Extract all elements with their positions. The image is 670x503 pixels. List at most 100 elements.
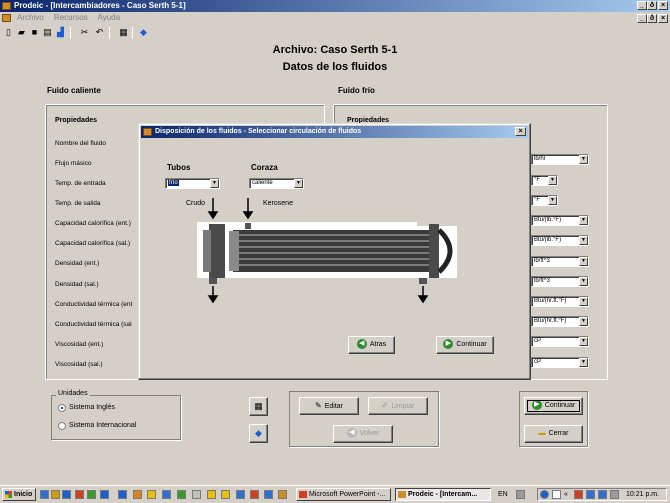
volver-button[interactable]: ◀ Volver xyxy=(333,425,393,443)
chevron-down-icon[interactable]: ▼ xyxy=(294,179,303,188)
unit-select-visc-in[interactable]: cP ▼ xyxy=(531,336,589,347)
print-icon[interactable]: ▤ xyxy=(42,27,53,38)
app-icon[interactable] xyxy=(207,490,216,499)
chevron-down-icon[interactable]: ▼ xyxy=(579,216,588,225)
doc-minimize-button[interactable]: _ xyxy=(637,14,647,23)
calculator-icon[interactable]: ▦ xyxy=(118,27,129,38)
pdf-icon[interactable] xyxy=(250,490,259,499)
app-icon[interactable] xyxy=(192,490,201,499)
chevron-down-icon[interactable]: ▼ xyxy=(548,176,557,185)
word-icon[interactable] xyxy=(118,490,127,499)
calculator-button[interactable]: ▦ xyxy=(249,397,268,416)
unit-value: °F xyxy=(534,197,541,203)
browser-icon[interactable] xyxy=(236,490,245,499)
word-icon[interactable] xyxy=(100,490,109,499)
eraser-button[interactable]: ◆ xyxy=(249,424,268,443)
chevron-down-icon[interactable]: ▼ xyxy=(579,277,588,286)
tubos-select[interactable]: frío ▼ xyxy=(165,178,220,189)
keyboard-icon[interactable] xyxy=(516,490,525,499)
chevron-left-icon[interactable]: « xyxy=(564,489,568,500)
minimize-button[interactable]: _ xyxy=(637,1,647,10)
dialog-continuar-button[interactable]: ▶ Continuar xyxy=(436,336,494,354)
app-icon[interactable] xyxy=(221,490,230,499)
cerrar-button[interactable]: ▬ Cerrar xyxy=(524,425,583,443)
chevron-down-icon[interactable]: ▼ xyxy=(579,337,588,346)
atras-button[interactable]: ◀ Atras xyxy=(348,336,395,354)
unit-value: cP xyxy=(534,338,542,344)
chart-icon[interactable]: ▟ xyxy=(55,27,66,38)
network-icon[interactable] xyxy=(598,490,607,499)
chevron-down-icon[interactable]: ▼ xyxy=(579,257,588,266)
folder-icon[interactable] xyxy=(147,490,156,499)
speaker-icon[interactable] xyxy=(610,490,619,499)
menu-recursos[interactable]: Recursos xyxy=(54,13,88,22)
start-button[interactable]: Inicio xyxy=(2,488,36,501)
app-icon[interactable] xyxy=(264,490,273,499)
chevron-down-icon[interactable]: ▼ xyxy=(579,236,588,245)
doc-close-button[interactable]: × xyxy=(658,14,668,23)
prodeic-icon[interactable] xyxy=(278,490,287,499)
restore-button[interactable]: ð xyxy=(647,1,657,10)
chevron-down-icon[interactable]: ▼ xyxy=(579,317,588,326)
network-icon[interactable] xyxy=(586,490,595,499)
doc-restore-button[interactable]: ð xyxy=(647,14,657,23)
unit-select-temp-out[interactable]: °F ▼ xyxy=(531,195,558,206)
browser-icon[interactable] xyxy=(62,490,71,499)
chevron-down-icon[interactable]: ▼ xyxy=(579,155,588,164)
prop-label: Nombre del fluido xyxy=(55,140,106,147)
window-title-bar[interactable]: Prodeic - [Intercambiadores - Caso Serth… xyxy=(0,0,670,12)
language-indicator[interactable]: EN xyxy=(498,491,508,498)
unit-select-k-in[interactable]: Btu/(hr.ft.°F) ▼ xyxy=(531,296,589,307)
unit-select-cp-in[interactable]: Btu/(lb.°F) ▼ xyxy=(531,215,589,226)
dialog-close-button[interactable]: × xyxy=(515,127,526,136)
app-icon[interactable] xyxy=(177,490,186,499)
menu-ayuda[interactable]: Ayuda xyxy=(98,13,121,22)
save-icon[interactable]: ■ xyxy=(29,27,40,38)
unit-select-flow[interactable]: lb/hr ▼ xyxy=(531,154,589,165)
limpiar-button[interactable]: ✐ Limpiar xyxy=(368,397,428,415)
open-folder-icon[interactable]: ▰ xyxy=(16,27,27,38)
help-icon[interactable] xyxy=(540,490,549,499)
new-file-icon[interactable]: ▯ xyxy=(3,27,14,38)
radio-label-internacional[interactable]: Sistema Internacional xyxy=(69,422,136,429)
unit-select-visc-out[interactable]: cP ▼ xyxy=(531,357,589,368)
continuar-label: Continuar xyxy=(544,402,576,409)
coraza-select[interactable]: caliente ▼ xyxy=(249,178,304,189)
folder-icon[interactable] xyxy=(51,490,60,499)
info-icon[interactable] xyxy=(552,490,561,499)
menu-archivo[interactable]: Archivo xyxy=(17,13,44,22)
radio-label-ingles[interactable]: Sistema Inglés xyxy=(69,404,115,411)
unit-select-density-in[interactable]: lb/ft^3 ▼ xyxy=(531,256,589,267)
radio-sistema-internacional[interactable] xyxy=(58,422,66,430)
chevron-down-icon[interactable]: ▼ xyxy=(579,358,588,367)
chevron-down-icon[interactable]: ▼ xyxy=(210,179,219,188)
close-button[interactable]: × xyxy=(658,1,668,10)
media-icon[interactable] xyxy=(162,490,171,499)
excel-icon[interactable] xyxy=(87,490,96,499)
unit-select-temp-in[interactable]: °F ▼ xyxy=(531,175,558,186)
taskbar-item-prodeic[interactable]: Prodeic - [Intercam... xyxy=(395,488,491,501)
desktop-icon[interactable] xyxy=(40,490,49,499)
unit-select-k-out[interactable]: Btu/(hr.ft.°F) ▼ xyxy=(531,316,589,327)
clock[interactable]: 10:21 p.m. xyxy=(626,489,659,500)
editar-button[interactable]: ✎ Editar xyxy=(299,397,359,415)
radio-sistema-ingles[interactable] xyxy=(58,404,66,412)
unit-select-cp-out[interactable]: Btu/(lb.°F) ▼ xyxy=(531,235,589,246)
coraza-value: caliente xyxy=(252,180,273,186)
unit-select-density-out[interactable]: lb/ft^3 ▼ xyxy=(531,276,589,287)
cut-icon[interactable]: ✂ xyxy=(79,27,90,38)
chevron-down-icon[interactable]: ▼ xyxy=(548,196,557,205)
powerpoint-icon[interactable] xyxy=(133,490,142,499)
eraser-icon[interactable]: ◆ xyxy=(138,27,149,38)
tray-icon[interactable] xyxy=(574,490,583,499)
app-icon[interactable] xyxy=(75,490,84,499)
unit-value: lb/ft^3 xyxy=(534,278,550,284)
undo-icon[interactable]: ↶ xyxy=(94,27,105,38)
chevron-down-icon[interactable]: ▼ xyxy=(579,297,588,306)
eraser-icon: ◆ xyxy=(255,428,262,438)
continuar-button[interactable]: ▶ Continuar xyxy=(524,397,583,415)
dialog-title-bar[interactable]: Disposición de los fluidos - Seleccionar… xyxy=(141,126,528,138)
edit-icon: ✎ xyxy=(315,401,322,410)
taskbar-item-powerpoint[interactable]: Microsoft PowerPoint -... xyxy=(296,488,391,501)
document-icon[interactable] xyxy=(2,14,11,22)
